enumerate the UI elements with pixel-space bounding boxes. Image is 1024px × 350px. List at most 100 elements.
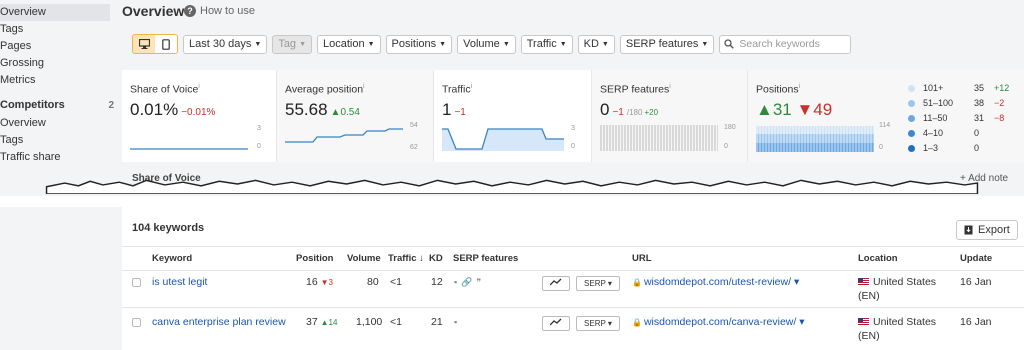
serp-button[interactable]: SERP ▾	[576, 276, 620, 291]
chevron-down-icon: ▼	[701, 40, 709, 48]
col-serp-features[interactable]: SERP features	[453, 253, 518, 264]
serp-features-bars	[600, 125, 718, 151]
kd-filter[interactable]: KD ▼	[577, 34, 615, 54]
legend-dot	[908, 100, 915, 107]
export-label: Export	[978, 224, 1010, 236]
positions-card[interactable]: Positionsi ▲31 ▼49 114 0 101+ 35 +12 51–10…	[748, 70, 1024, 162]
sidebar-item-tags[interactable]: Tags	[0, 21, 118, 38]
card-delta: −0.01%	[181, 107, 216, 118]
serp-features-card[interactable]: SERP featuresi 0 −1/180 +20 180 0	[592, 70, 748, 162]
col-update[interactable]: Update	[960, 253, 992, 264]
chart-button[interactable]	[542, 276, 570, 291]
positions-legend: 101+ 35 +12 51–100 38 −2 11–50 31 −8 4–10 0 1–3…	[908, 82, 1018, 162]
kd-filter-label: KD	[583, 37, 599, 50]
axis-bottom: 62	[410, 144, 418, 151]
positions-up: ▲31	[756, 100, 792, 119]
row-checkbox[interactable]	[132, 278, 141, 287]
sidebar-item-label: Overview	[0, 117, 46, 129]
serp-button[interactable]: SERP ▾	[576, 316, 620, 331]
positions-filter[interactable]: Positions ▼	[385, 34, 453, 54]
traffic-card[interactable]: Traffici 1 −1 3 0	[434, 70, 592, 162]
legend-row[interactable]: 1–3 0	[908, 142, 1018, 155]
traffic-filter[interactable]: Traffic ▼	[520, 34, 573, 54]
chevron-down-icon: ▼	[439, 40, 447, 48]
position-cell: 37 ▲14	[306, 316, 338, 328]
sidebar-item-competitors-tags[interactable]: Tags	[0, 132, 118, 149]
sidebar-item-label: Metrics	[0, 74, 36, 86]
chevron-down-icon: ▼	[502, 40, 510, 48]
divider	[122, 307, 1024, 308]
search-input[interactable]	[739, 38, 845, 50]
card-delta: ▲0.54	[330, 107, 360, 118]
col-keyword[interactable]: Keyword	[152, 253, 192, 264]
traffic-cell: <1	[390, 316, 402, 328]
axis-top: 3	[571, 125, 575, 132]
card-title: Share of Voicei	[130, 83, 200, 96]
serp-total: /180	[626, 108, 643, 117]
col-location[interactable]: Location	[858, 253, 898, 264]
legend-row[interactable]: 4–10 0	[908, 127, 1018, 140]
volume-filter[interactable]: Volume ▼	[457, 34, 516, 54]
sidebar-item-grossing[interactable]: Grossing	[0, 55, 118, 72]
desktop-icon	[138, 39, 150, 49]
date-range-label: Last 30 days	[189, 37, 252, 50]
export-button[interactable]: Export	[956, 220, 1018, 240]
share-of-voice-card[interactable]: Share of Voicei 0.01% −0.01% 3 0	[122, 70, 277, 162]
serp-plus: +20	[644, 108, 659, 117]
location-filter[interactable]: Location ▼	[317, 34, 381, 54]
sidebar-section-competitors[interactable]: Competitors 2	[0, 97, 118, 114]
help-icon: ?	[184, 5, 196, 17]
tag-filter[interactable]: Tag ▼	[272, 34, 312, 54]
sidebar-item-overview[interactable]: Overview	[0, 4, 110, 21]
col-volume[interactable]: Volume	[347, 253, 381, 264]
url-link[interactable]: 🔒 wisdomdepot.com/canva-review/ ▾	[632, 316, 804, 328]
col-url[interactable]: URL	[632, 253, 652, 264]
legend-row[interactable]: 101+ 35 +12	[908, 82, 1018, 95]
traffic-sparkline	[442, 128, 564, 151]
axis-top: 3	[257, 125, 261, 132]
card-title: Traffici	[442, 83, 473, 96]
keyword-link[interactable]: is utest legit	[152, 276, 207, 288]
row-checkbox[interactable]	[132, 318, 141, 327]
sidebar-item-pages[interactable]: Pages	[0, 38, 118, 55]
legend-row[interactable]: 11–50 31 −8	[908, 112, 1018, 125]
keyword-link[interactable]: canva enterprise plan review	[152, 316, 286, 328]
legend-dot	[908, 145, 915, 152]
chart-button[interactable]	[542, 316, 570, 331]
keywords-table: 104 keywords Export Keyword Position Vol…	[122, 207, 1024, 350]
sidebar-item-label: Overview	[0, 6, 46, 18]
card-value: 0 −1/180 +20	[600, 100, 659, 119]
sidebar-item-metrics[interactable]: Metrics	[0, 72, 118, 89]
axis-top: 54	[410, 122, 418, 129]
lock-icon: 🔒	[632, 318, 642, 327]
sidebar-item-label: Grossing	[0, 57, 45, 69]
card-title: Average positioni	[285, 83, 365, 96]
col-traffic[interactable]: Traffic ↓	[388, 253, 424, 264]
legend-row[interactable]: 51–100 38 −2	[908, 97, 1018, 110]
legend-dot	[908, 130, 915, 137]
search-icon	[724, 39, 735, 49]
axis-top: 114	[879, 122, 891, 129]
traffic-cell: <1	[390, 276, 402, 288]
tag-filter-label: Tag	[278, 37, 297, 50]
desktop-button[interactable]	[133, 35, 155, 53]
col-kd[interactable]: KD	[429, 253, 443, 264]
average-position-card[interactable]: Average positioni 55.68 ▲0.54 54 62	[277, 70, 434, 162]
mobile-button[interactable]	[155, 35, 177, 53]
sidebar-item-label: Pages	[0, 40, 32, 52]
serp-features-filter-label: SERP features	[625, 37, 699, 50]
col-position[interactable]: Position	[296, 253, 333, 264]
serp-feature-icons: ▪	[454, 317, 462, 327]
lock-icon: 🔒	[632, 278, 642, 287]
serp-features-filter[interactable]: SERP features ▼	[619, 34, 715, 54]
sidebar-item-label: Tags	[0, 23, 24, 35]
chevron-down-icon: ▼	[254, 40, 262, 48]
url-link[interactable]: 🔒 wisdomdepot.com/utest-review/ ▾	[632, 276, 799, 288]
us-flag-icon	[858, 318, 869, 327]
position-delta: ▲14	[320, 318, 338, 327]
position-delta: ▼3	[320, 278, 333, 287]
how-to-use-link[interactable]: ? How to use	[184, 5, 255, 17]
card-delta: −1	[454, 107, 466, 118]
date-range-select[interactable]: Last 30 days ▼	[183, 34, 268, 54]
sidebar-item-competitors-overview[interactable]: Overview	[0, 115, 118, 132]
